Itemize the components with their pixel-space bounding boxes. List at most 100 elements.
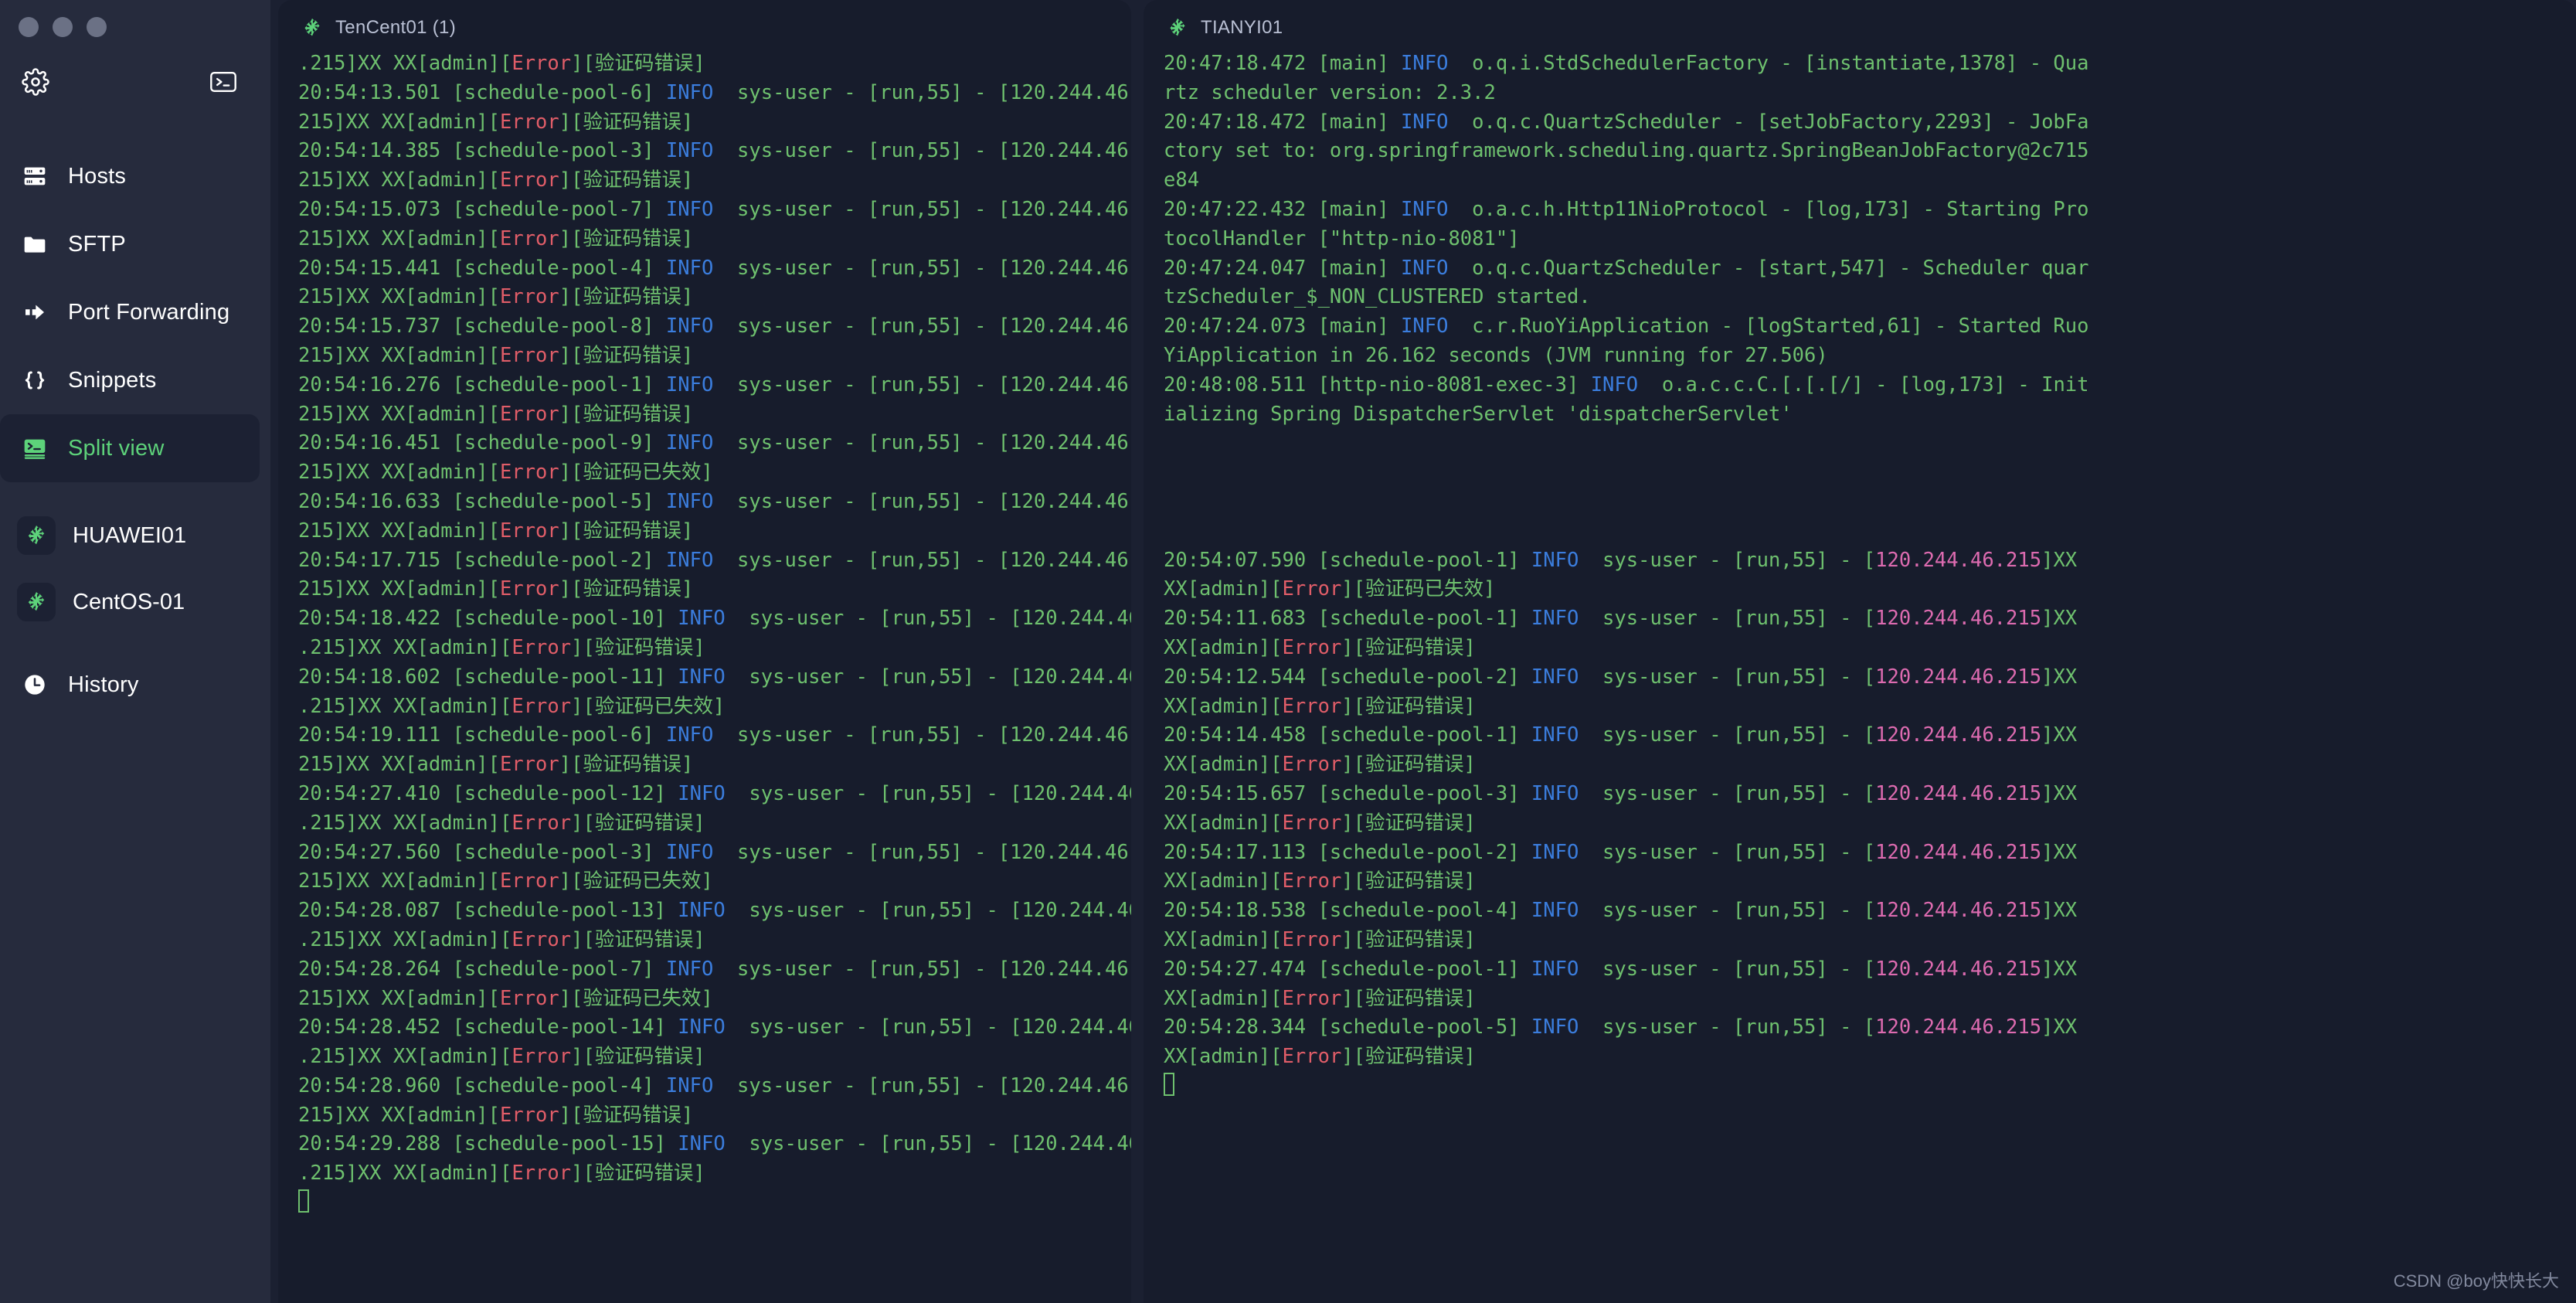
terminal-line: 20:54:28.264 [schedule-pool-7] INFO sys-… [298,957,1131,981]
terminal-pane-title: TenCent01 (1) [335,17,456,38]
terminal-line: XX[admin][Error][验证码错误] [1164,869,1476,893]
sidebar-item-port-forwarding[interactable]: Port Forwarding [0,278,270,346]
terminal-line: 215]XX XX[admin][Error][验证码错误] [298,577,694,601]
terminal-line: 20:54:19.111 [schedule-pool-6] INFO sys-… [298,723,1131,747]
terminal-line: 20:54:18.602 [schedule-pool-11] INFO sys… [298,665,1131,689]
gear-icon[interactable] [22,68,49,96]
terminal-line: 20:54:17.715 [schedule-pool-2] INFO sys-… [298,548,1131,572]
terminal-line: 20:54:28.087 [schedule-pool-13] INFO sys… [298,899,1131,923]
sidebar-item-label: History [68,672,139,697]
sidebar-item-label: Port Forwarding [68,299,230,325]
terminal-line: 20:54:27.410 [schedule-pool-12] INFO sys… [298,781,1131,805]
terminal-line: 20:47:24.047 [main] INFO o.q.c.QuartzSch… [1164,256,2089,280]
sidebar-host-huawei01[interactable]: HUAWEI01 [0,502,270,569]
close-button[interactable] [19,17,39,37]
terminal-line: 20:47:18.472 [main] INFO o.q.c.QuartzSch… [1164,110,2089,134]
terminal-line: 20:54:13.501 [schedule-pool-6] INFO sys-… [298,80,1131,104]
terminal-line: XX[admin][Error][验证码错误] [1164,635,1476,659]
centos-logo-icon [301,17,323,39]
terminal-line: 20:54:15.737 [schedule-pool-8] INFO sys-… [298,315,1131,339]
sidebar-item-hosts[interactable]: Hosts [0,142,270,210]
watermark: CSDN @boy快快长大 [2393,1271,2559,1291]
terminal-line: 20:54:16.276 [schedule-pool-1] INFO sys-… [298,373,1131,396]
terminal-line: 215]XX XX[admin][Error][验证码错误] [298,519,694,543]
terminal-line: XX[admin][Error][验证码错误] [1164,927,1476,951]
terminal-line: 20:54:15.657 [schedule-pool-3] INFO sys-… [1164,781,2078,805]
sidebar-item-label: SFTP [68,231,126,257]
terminal-line: XX[admin][Error][验证码错误] [1164,811,1476,835]
centos-logo-icon [1167,17,1188,39]
terminal-pane-right-header: TIANYI01 [1144,0,2576,43]
terminal-pane-left-header: TenCent01 (1) [278,0,1131,43]
sidebar-item-label: Snippets [68,367,157,393]
terminal-line: 215]XX XX[admin][Error][验证码错误] [298,402,694,426]
sidebar-item-split-view[interactable]: Split view [0,414,260,482]
terminal-line: 20:54:17.113 [schedule-pool-2] INFO sys-… [1164,840,2078,864]
terminal-line: XX[admin][Error][验证码错误] [1164,986,1476,1010]
sidebar-item-history[interactable]: History [0,651,270,719]
terminal-line: 20:54:28.344 [schedule-pool-5] INFO sys-… [1164,1016,2078,1039]
app-window: Hosts SFTP Port Forwarding Snippets Spli… [0,0,2576,1303]
terminal-line: .215]XX XX[admin][Error][验证码错误] [298,811,705,835]
terminal-line: rtz scheduler version: 2.3.2 [1164,80,1496,104]
sidebar-item-snippets[interactable]: Snippets [0,346,270,414]
sidebar-host-centos-01[interactable]: CentOS-01 [0,569,270,635]
terminal-line: 20:54:12.544 [schedule-pool-2] INFO sys-… [1164,665,2078,689]
terminal-line: 20:48:08.511 [http-nio-8081-exec-3] INFO… [1164,373,2089,396]
terminal-line: e84 [1164,168,1200,192]
window-traffic-lights [0,0,270,48]
terminal-line: 215]XX XX[admin][Error][验证码错误] [298,285,694,309]
terminal-line: 215]XX XX[admin][Error][验证码错误] [298,753,694,777]
terminal-line: 20:54:16.451 [schedule-pool-9] INFO sys-… [298,431,1131,455]
terminal-line: 215]XX XX[admin][Error][验证码错误] [298,226,694,250]
terminal-line: .215]XX XX[admin][Error][验证码错误] [298,1162,705,1186]
sidebar: Hosts SFTP Port Forwarding Snippets Spli… [0,0,270,1303]
sidebar-toolbar [0,48,270,108]
terminal-line: .215]XX XX[admin][Error][验证码错误] [298,52,705,75]
terminal-line: 20:54:18.422 [schedule-pool-10] INFO sys… [298,607,1131,631]
terminal-output-right[interactable]: 20:47:18.472 [main] INFO o.q.i.StdSchedu… [1144,43,2576,1303]
split-terminal-icon [22,435,48,461]
terminal-line: 20:54:07.590 [schedule-pool-1] INFO sys-… [1164,548,2078,572]
server-icon [22,163,48,189]
terminal-line: XX[admin][Error][验证码错误] [1164,694,1476,718]
centos-logo-icon [17,583,56,621]
pane-splitter[interactable] [1131,0,1144,1303]
terminal-line: 20:47:22.432 [main] INFO o.a.c.h.Http11N… [1164,197,2089,221]
sidebar-item-sftp[interactable]: SFTP [0,210,270,278]
sidebar-nav: Hosts SFTP Port Forwarding Snippets Spli… [0,142,270,719]
terminal-line: 20:54:29.288 [schedule-pool-15] INFO sys… [298,1132,1131,1156]
terminal-line: XX[admin][Error][验证码已失效] [1164,577,1496,601]
terminal-line: ializing Spring DispatcherServlet 'dispa… [1164,402,1793,426]
terminal-line: .215]XX XX[admin][Error][验证码错误] [298,1045,705,1069]
terminal-line: XX[admin][Error][验证码错误] [1164,1045,1476,1069]
terminal-line: 215]XX XX[admin][Error][验证码错误] [298,1103,694,1127]
terminal-line: 215]XX XX[admin][Error][验证码错误] [298,343,694,367]
sidebar-host-label: CentOS-01 [73,589,185,614]
terminal-line: .215]XX XX[admin][Error][验证码错误] [298,927,705,951]
terminal-line: 20:54:27.560 [schedule-pool-3] INFO sys-… [298,840,1131,864]
minimize-button[interactable] [53,17,73,37]
terminal-line: ctory set to: org.springframework.schedu… [1164,139,2089,163]
clock-icon [22,672,48,698]
terminal-line: 20:54:28.960 [schedule-pool-4] INFO sys-… [298,1073,1131,1097]
terminal-pane-right[interactable]: TIANYI01 20:47:18.472 [main] INFO o.q.i.… [1144,0,2576,1303]
terminal-line: 20:54:27.474 [schedule-pool-1] INFO sys-… [1164,957,2078,981]
folder-icon [22,231,48,257]
sidebar-item-label: Split view [68,435,165,461]
terminal-line: tzScheduler_$_NON_CLUSTERED started. [1164,285,1591,309]
terminal-icon[interactable] [210,71,236,93]
terminal-output-left[interactable]: .215]XX XX[admin][Error][验证码错误] 20:54:13.… [278,43,1131,1303]
terminal-line: 20:54:15.073 [schedule-pool-7] INFO sys-… [298,197,1131,221]
terminal-line: 20:54:11.683 [schedule-pool-1] INFO sys-… [1164,607,2078,631]
terminal-line: .215]XX XX[admin][Error][验证码已失效] [298,694,726,718]
zoom-button[interactable] [87,17,107,37]
terminal-line: .215]XX XX[admin][Error][验证码错误] [298,635,705,659]
terminal-pane-left[interactable]: TenCent01 (1) .215]XX XX[admin][Error][验… [278,0,1131,1303]
terminal-line: 20:54:16.633 [schedule-pool-5] INFO sys-… [298,489,1131,513]
terminal-line: 20:47:18.472 [main] INFO o.q.i.StdSchedu… [1164,52,2089,75]
